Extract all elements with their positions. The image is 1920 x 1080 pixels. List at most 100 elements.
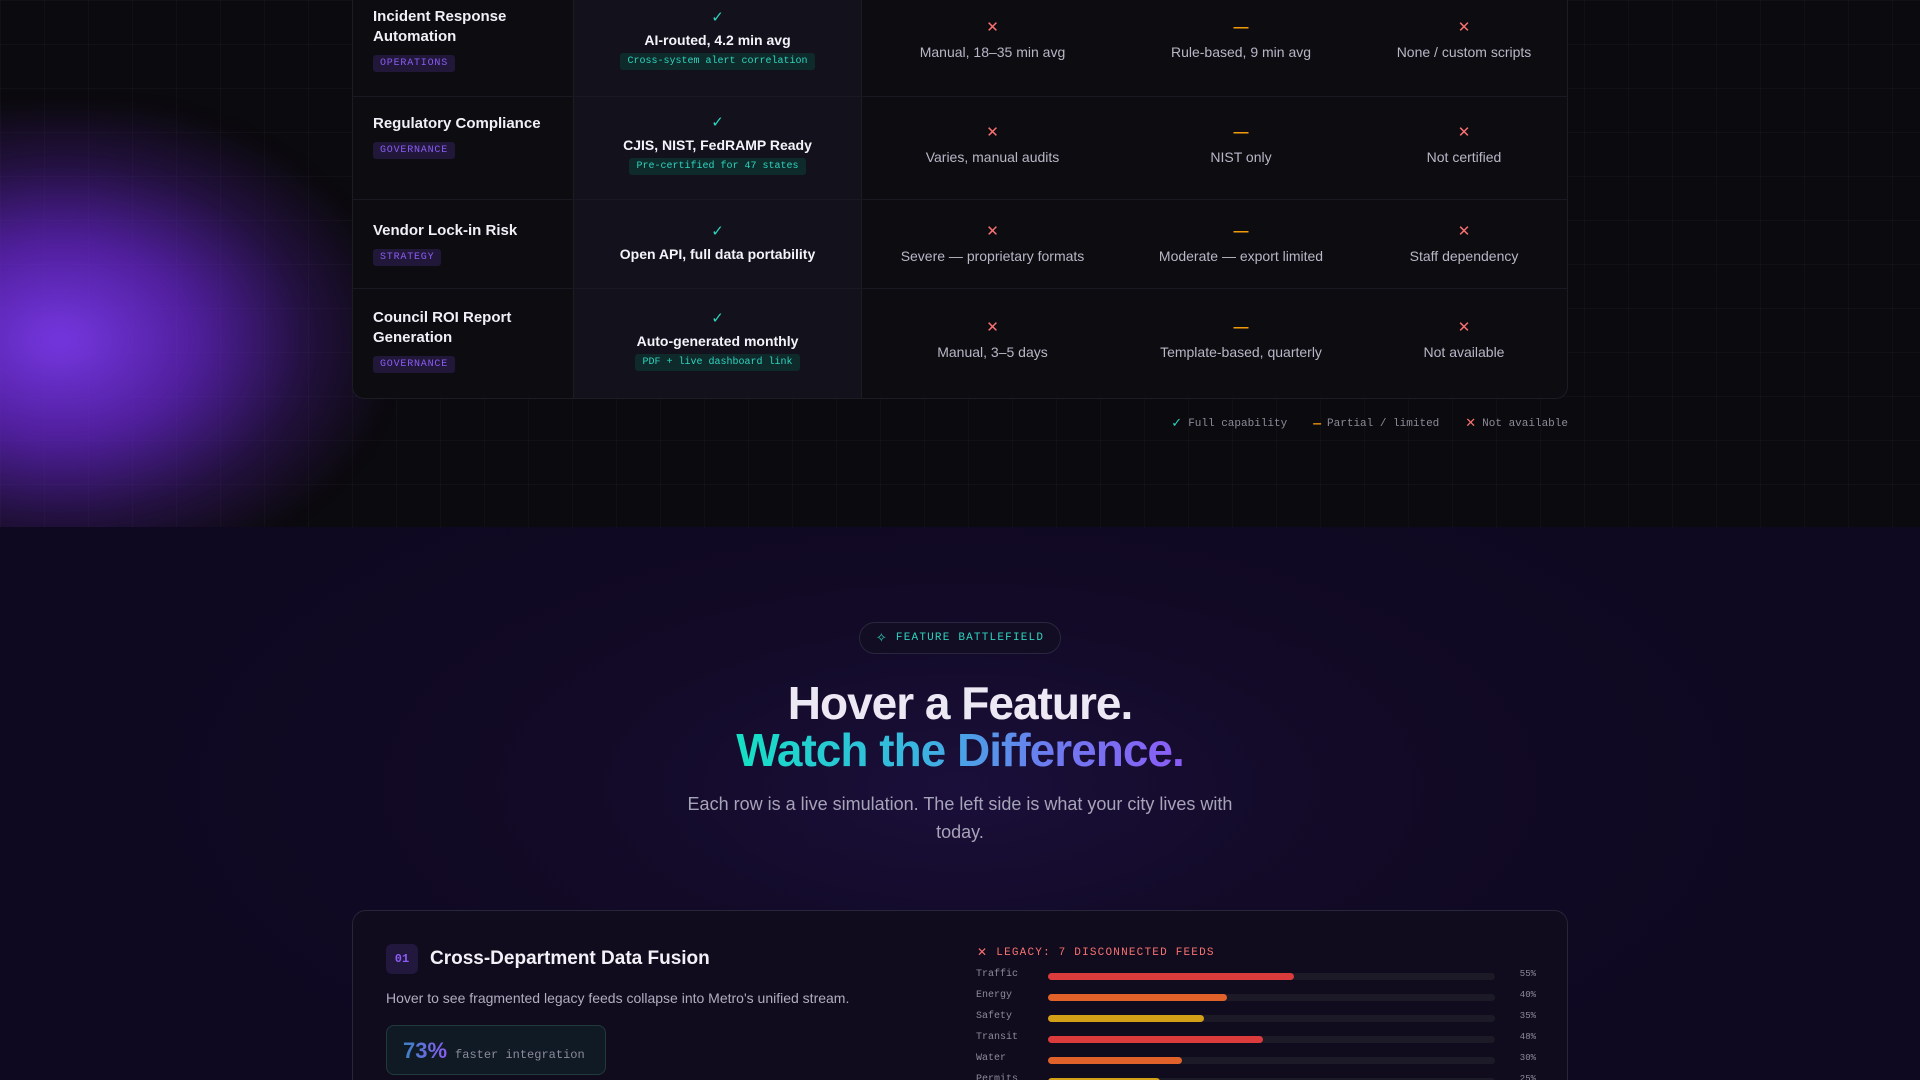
- feed-bar: [1048, 1036, 1263, 1043]
- feed-percent: 30%: [1519, 1053, 1536, 1063]
- metro-note: Cross-system alert correlation: [620, 53, 815, 70]
- competitor-b-cell: — Template-based, quarterly: [1123, 289, 1359, 398]
- competitor-a-value: Manual, 18–35 min avg: [919, 44, 1066, 60]
- feature-cell: Incident Response Automation OPERATIONS: [353, 0, 574, 96]
- legend-full: ✓ Full capability: [1171, 416, 1287, 431]
- competitor-a-cell: ✕ Severe — proprietary formats: [862, 200, 1123, 288]
- section-badge-label: FEATURE BATTLEFIELD: [895, 632, 1045, 644]
- feature-cell: Regulatory Compliance GOVERNANCE: [353, 97, 574, 199]
- x-icon: ✕: [1465, 416, 1477, 431]
- feed-track: [1048, 1015, 1495, 1022]
- comparison-section: Incident Response Automation OPERATIONS …: [0, 0, 1920, 527]
- dash-icon: —: [1233, 223, 1249, 240]
- feed-row: Energy 40%: [976, 990, 1536, 1004]
- competitor-b-value: Rule-based, 9 min avg: [1170, 44, 1312, 60]
- x-icon: ✕: [986, 124, 999, 141]
- table-row[interactable]: Incident Response Automation OPERATIONS …: [353, 0, 1567, 97]
- metro-value: CJIS, NIST, FedRAMP Ready: [623, 137, 812, 153]
- feed-name: Water: [976, 1053, 1007, 1064]
- feed-bar: [1048, 973, 1294, 980]
- category-tag: GOVERNANCE: [373, 142, 456, 159]
- x-icon: ✕: [1457, 124, 1471, 141]
- feed-row: Permits 25%: [976, 1074, 1536, 1080]
- feed-percent: 48%: [1519, 1032, 1536, 1042]
- competitor-a-value: Severe — proprietary formats: [900, 248, 1085, 264]
- table-row[interactable]: Regulatory Compliance GOVERNANCE ✓ CJIS,…: [353, 97, 1567, 200]
- metro-cell: ✓ Open API, full data portability: [574, 200, 862, 288]
- feature-description: Hover to see fragmented legacy feeds col…: [386, 990, 850, 1006]
- competitor-c-cell: ✕ Not certified: [1359, 97, 1567, 199]
- x-icon: ✕: [1457, 319, 1471, 336]
- competitor-a-cell: ✕ Varies, manual audits: [862, 97, 1123, 199]
- competitor-b-cell: — NIST only: [1123, 97, 1359, 199]
- stat-label: faster integration: [455, 1048, 585, 1062]
- feed-track: [1048, 994, 1495, 1001]
- feature-name: Regulatory Compliance: [373, 115, 541, 132]
- legend-none-label: Not available: [1482, 417, 1568, 430]
- category-tag: GOVERNANCE: [373, 356, 456, 373]
- feed-name: Traffic: [976, 969, 1019, 980]
- metro-value: AI-routed, 4.2 min avg: [644, 32, 791, 48]
- section-badge: ✧ FEATURE BATTLEFIELD: [859, 622, 1061, 654]
- competitor-b-cell: — Rule-based, 9 min avg: [1123, 0, 1359, 96]
- table-row[interactable]: Council ROI Report Generation GOVERNANCE…: [353, 289, 1567, 398]
- competitor-a-cell: ✕ Manual, 18–35 min avg: [862, 0, 1123, 96]
- feed-name: Safety: [976, 1011, 1013, 1022]
- feature-number: 01: [386, 944, 418, 974]
- check-icon: ✓: [711, 114, 724, 131]
- metro-value: Auto-generated monthly: [636, 333, 799, 349]
- category-tag: STRATEGY: [373, 249, 442, 266]
- legend-none: ✕ Not available: [1465, 416, 1568, 431]
- x-icon: ✕: [1457, 19, 1471, 36]
- feature-cell: Vendor Lock-in Risk STRATEGY: [353, 200, 574, 288]
- legacy-label: LEGACY: 7 DISCONNECTED FEEDS: [996, 946, 1215, 959]
- feed-track: [1048, 1036, 1495, 1043]
- section-title: Hover a Feature.: [787, 677, 1133, 729]
- dash-icon: —: [1233, 19, 1249, 36]
- purple-glow: [0, 110, 380, 527]
- competitor-c-cell: ✕ None / custom scripts: [1359, 0, 1567, 96]
- legend-partial-label: Partial / limited: [1327, 417, 1440, 430]
- feed-name: Energy: [976, 990, 1013, 1001]
- feed-percent: 40%: [1519, 990, 1536, 1000]
- x-icon: ✕: [986, 319, 999, 336]
- section-title-line2: Watch the Difference.: [736, 724, 1185, 776]
- dash-icon: —: [1233, 124, 1249, 141]
- x-icon: ✕: [986, 223, 999, 240]
- category-tag: OPERATIONS: [373, 55, 456, 72]
- feed-bar: [1048, 994, 1227, 1001]
- competitor-c-value: Not certified: [1426, 149, 1502, 165]
- check-icon: ✓: [711, 310, 724, 327]
- feed-row: Water 30%: [976, 1053, 1536, 1067]
- feed-row: Traffic 55%: [976, 969, 1536, 983]
- feature-card[interactable]: 01 Cross-Department Data Fusion Hover to…: [352, 910, 1568, 1080]
- feature-cell: Council ROI Report Generation GOVERNANCE: [353, 289, 574, 398]
- check-icon: ✓: [711, 223, 724, 240]
- legend-partial: — Partial / limited: [1313, 416, 1439, 431]
- feed-row: Transit 48%: [976, 1032, 1536, 1046]
- feature-name: Incident Response Automation: [373, 8, 507, 45]
- feed-row: Safety 35%: [976, 1011, 1536, 1025]
- competitor-c-cell: ✕ Staff dependency: [1359, 200, 1567, 288]
- competitor-b-value: Template-based, quarterly: [1160, 344, 1322, 360]
- competitor-b-value: NIST only: [1210, 149, 1272, 165]
- check-icon: ✓: [1171, 416, 1183, 431]
- competitor-c-value: Not available: [1423, 344, 1505, 360]
- dash-icon: —: [1233, 319, 1249, 336]
- table-row[interactable]: Vendor Lock-in Risk STRATEGY ✓ Open API,…: [353, 200, 1567, 289]
- competitor-b-cell: — Moderate — export limited: [1123, 200, 1359, 288]
- feed-name: Transit: [976, 1032, 1019, 1043]
- table-legend: ✓ Full capability — Partial / limited ✕ …: [1171, 416, 1568, 431]
- section-title-gradient: Watch the Difference.: [0, 723, 1920, 777]
- competitor-a-value: Varies, manual audits: [925, 149, 1060, 165]
- stat-value: 73%: [403, 1038, 448, 1063]
- feed-bar: [1048, 1057, 1183, 1064]
- feed-name: Permits: [976, 1074, 1019, 1080]
- metro-value: Open API, full data portability: [619, 246, 816, 262]
- metro-cell: ✓ AI-routed, 4.2 min avg Cross-system al…: [574, 0, 862, 96]
- section-subtitle: Each row is a live simulation. The left …: [687, 794, 1233, 842]
- feature-name: Council ROI Report Generation: [373, 309, 512, 346]
- legend-full-label: Full capability: [1188, 417, 1288, 430]
- dash-icon: —: [1313, 416, 1322, 431]
- feed-track: [1048, 973, 1495, 980]
